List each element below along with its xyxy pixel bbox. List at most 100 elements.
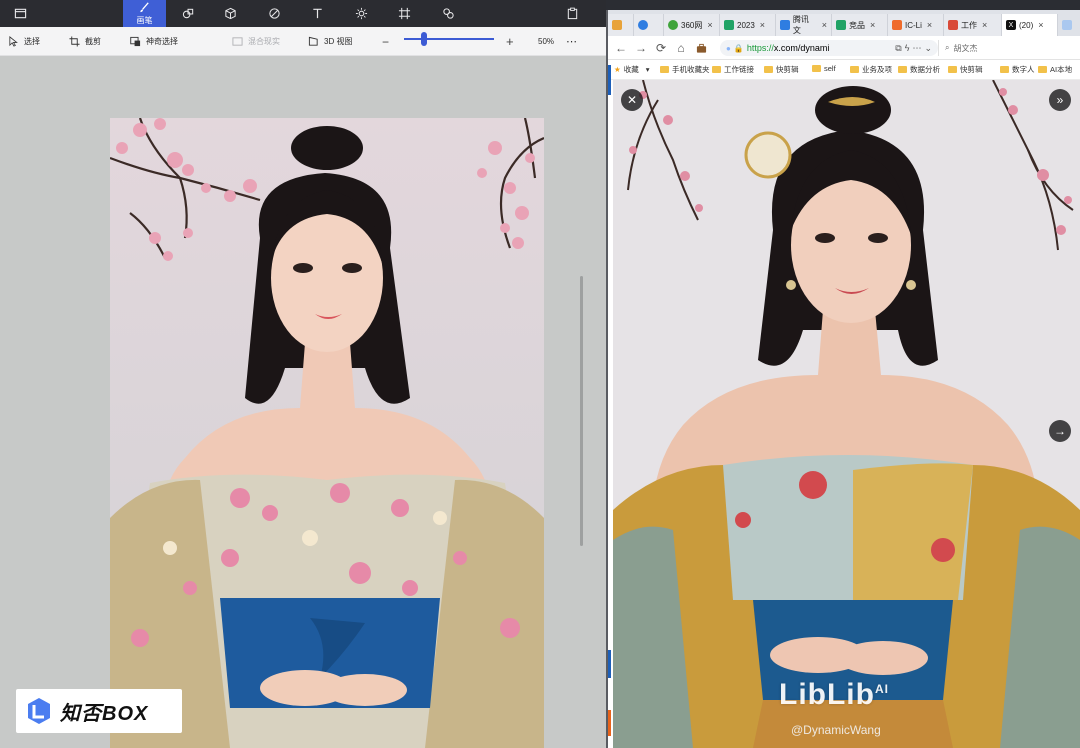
- bookmark-label: 手机收藏夹: [672, 65, 710, 74]
- bookmark-label: 数据分析: [910, 65, 940, 74]
- select-label: 选择: [24, 37, 40, 46]
- more-options-button[interactable]: ⋯: [566, 27, 577, 56]
- home-icon[interactable]: ⌂: [674, 41, 688, 55]
- close-tab-icon[interactable]: ×: [707, 20, 712, 30]
- text-icon[interactable]: [297, 0, 337, 27]
- folder-icon: [660, 66, 669, 73]
- bookmark-mobile[interactable]: 手机收藏夹: [660, 64, 710, 75]
- tab-favicon: [668, 20, 678, 30]
- tab-4[interactable]: 腾讯文 ×: [776, 14, 832, 36]
- select-button[interactable]: 选择: [8, 27, 40, 56]
- tab-favicon: [892, 20, 902, 30]
- effects-icon[interactable]: [341, 0, 381, 27]
- url-text: https://x.com/dynami: [747, 43, 830, 53]
- new-tab-button[interactable]: [1058, 14, 1080, 36]
- zoom-slider-track[interactable]: [404, 38, 494, 40]
- bookmark-kuaijianji[interactable]: 快剪辑: [764, 64, 799, 75]
- zoom-level[interactable]: 50%: [538, 27, 554, 56]
- tab-favicon: [612, 20, 622, 30]
- shapes-2d-icon[interactable]: [168, 0, 208, 27]
- screen: 画笔 选择 截剪 神奇选择 混合现实 3D 视图 − + 50% ⋯ 360网 …: [0, 0, 1080, 748]
- close-viewer-icon[interactable]: ✕: [621, 89, 643, 111]
- forward-arrow-icon[interactable]: →: [634, 41, 648, 55]
- menu-icon[interactable]: [0, 0, 40, 27]
- tab-1[interactable]: [634, 14, 664, 36]
- cube-3d-icon[interactable]: [210, 0, 250, 27]
- close-tab-icon[interactable]: ×: [1038, 20, 1043, 30]
- briefcase-icon[interactable]: [694, 41, 708, 55]
- sticker-icon[interactable]: [254, 0, 294, 27]
- bookmark-label: 快剪辑: [960, 65, 983, 74]
- bookmark-digital-human[interactable]: 数字人: [1000, 64, 1035, 75]
- close-tab-icon[interactable]: ×: [822, 20, 827, 30]
- editor-toolbar: 选择 截剪 神奇选择 混合现实 3D 视图 − + 50% ⋯: [0, 27, 606, 56]
- x-logo-icon: X: [1006, 20, 1016, 30]
- bookmark-data-analysis[interactable]: 数据分析: [898, 64, 940, 75]
- bookmark-business[interactable]: 业务及项: [850, 64, 892, 75]
- tab-2[interactable]: 360网 ×: [664, 14, 720, 36]
- folder-icon: [898, 66, 907, 73]
- library-icon[interactable]: [428, 0, 468, 27]
- image-viewer[interactable]: ✕ » → LibLibAI @DynamicWang: [613, 80, 1080, 748]
- zoom-slider-thumb[interactable]: [421, 32, 427, 46]
- mix-reality-button[interactable]: 混合现实: [232, 27, 280, 56]
- more-dots-icon[interactable]: ⋯: [912, 43, 921, 54]
- view-3d-icon: [308, 36, 318, 46]
- zoom-out-button[interactable]: −: [382, 27, 389, 56]
- tab-0[interactable]: [608, 14, 634, 36]
- shield-icon: ●: [726, 43, 731, 53]
- close-tab-icon[interactable]: ×: [927, 20, 932, 30]
- reload-icon[interactable]: ⟳: [654, 41, 668, 55]
- bookmark-label: AI本地: [1050, 65, 1073, 74]
- bookmark-kuaijianji-2[interactable]: 快剪辑: [948, 64, 983, 75]
- search-text: 胡文杰: [953, 43, 978, 53]
- crop-button[interactable]: 截剪: [69, 27, 101, 56]
- chevron-down-icon[interactable]: ⌄: [924, 43, 932, 54]
- image-editor-window: 画笔 选择 截剪 神奇选择 混合现实 3D 视图 − + 50% ⋯: [0, 0, 606, 748]
- close-tab-icon[interactable]: ×: [982, 20, 987, 30]
- tab-7[interactable]: 工作 ×: [944, 14, 1002, 36]
- search-field[interactable]: ⌕ 胡文杰: [938, 40, 1078, 56]
- expand-sidebar-icon[interactable]: »: [1049, 89, 1071, 111]
- url-field[interactable]: ● 🔒 https://x.com/dynami ⧉ ϟ ⋯ ⌄: [720, 40, 938, 56]
- close-tab-icon[interactable]: ×: [760, 20, 765, 30]
- address-bar: ← → ⟳ ⌂ ● 🔒 https://x.com/dynami ⧉ ϟ ⋯ ⌄…: [608, 36, 1080, 60]
- canvas-icon[interactable]: [384, 0, 424, 27]
- back-arrow-icon[interactable]: ←: [614, 41, 628, 55]
- bookmark-self[interactable]: self: [812, 64, 836, 73]
- tab-6[interactable]: IC-Li ×: [888, 14, 944, 36]
- bookmark-label: 数字人: [1012, 65, 1035, 74]
- tab-favicon: [836, 20, 846, 30]
- translate-icon[interactable]: ⧉: [895, 43, 901, 54]
- next-image-arrow-icon[interactable]: →: [1049, 420, 1071, 442]
- tab-favicon: [948, 20, 958, 30]
- badge-text: 知否BOX: [60, 702, 149, 725]
- bookmark-worklinks[interactable]: 工作链接: [712, 64, 754, 75]
- zhifou-box-badge: 知否BOX: [16, 689, 182, 733]
- magic-select-button[interactable]: 神奇选择: [130, 27, 178, 56]
- liblib-watermark: LibLibAI: [779, 678, 889, 712]
- tab-5[interactable]: 竞品 ×: [832, 14, 888, 36]
- crop-icon: [69, 36, 80, 47]
- bookmark-ai-local[interactable]: AI本地: [1038, 64, 1072, 75]
- tab-3[interactable]: 2023 ×: [720, 14, 776, 36]
- tab-8-active[interactable]: X (20) ×: [1002, 14, 1058, 36]
- brush-tool-button[interactable]: 画笔: [123, 0, 166, 27]
- brush-label: 画笔: [136, 16, 153, 25]
- watermark-logo-sup: AI: [874, 682, 889, 696]
- view-3d-label: 3D 视图: [324, 37, 353, 46]
- bookmark-label: 收藏: [623, 65, 639, 74]
- view-3d-button[interactable]: 3D 视图: [308, 27, 352, 56]
- canvas-photo[interactable]: [110, 118, 544, 748]
- paste-icon[interactable]: [552, 0, 592, 27]
- lightning-icon[interactable]: ϟ: [905, 43, 910, 53]
- page-edge-marker: [608, 650, 611, 678]
- folder-icon: [1000, 66, 1009, 73]
- bookmark-favorites[interactable]: ★ 收藏 ▾: [614, 64, 650, 75]
- bookmarks-bar: ★ 收藏 ▾ 手机收藏夹 工作链接 快剪辑 self 业务及项 数据分析 快剪辑 数…: [608, 60, 1080, 80]
- close-tab-icon[interactable]: ×: [870, 20, 875, 30]
- vertical-scrollbar[interactable]: [580, 276, 583, 546]
- zoom-in-button[interactable]: +: [506, 27, 514, 56]
- tab-favicon: [780, 20, 790, 30]
- magic-select-label: 神奇选择: [146, 37, 178, 46]
